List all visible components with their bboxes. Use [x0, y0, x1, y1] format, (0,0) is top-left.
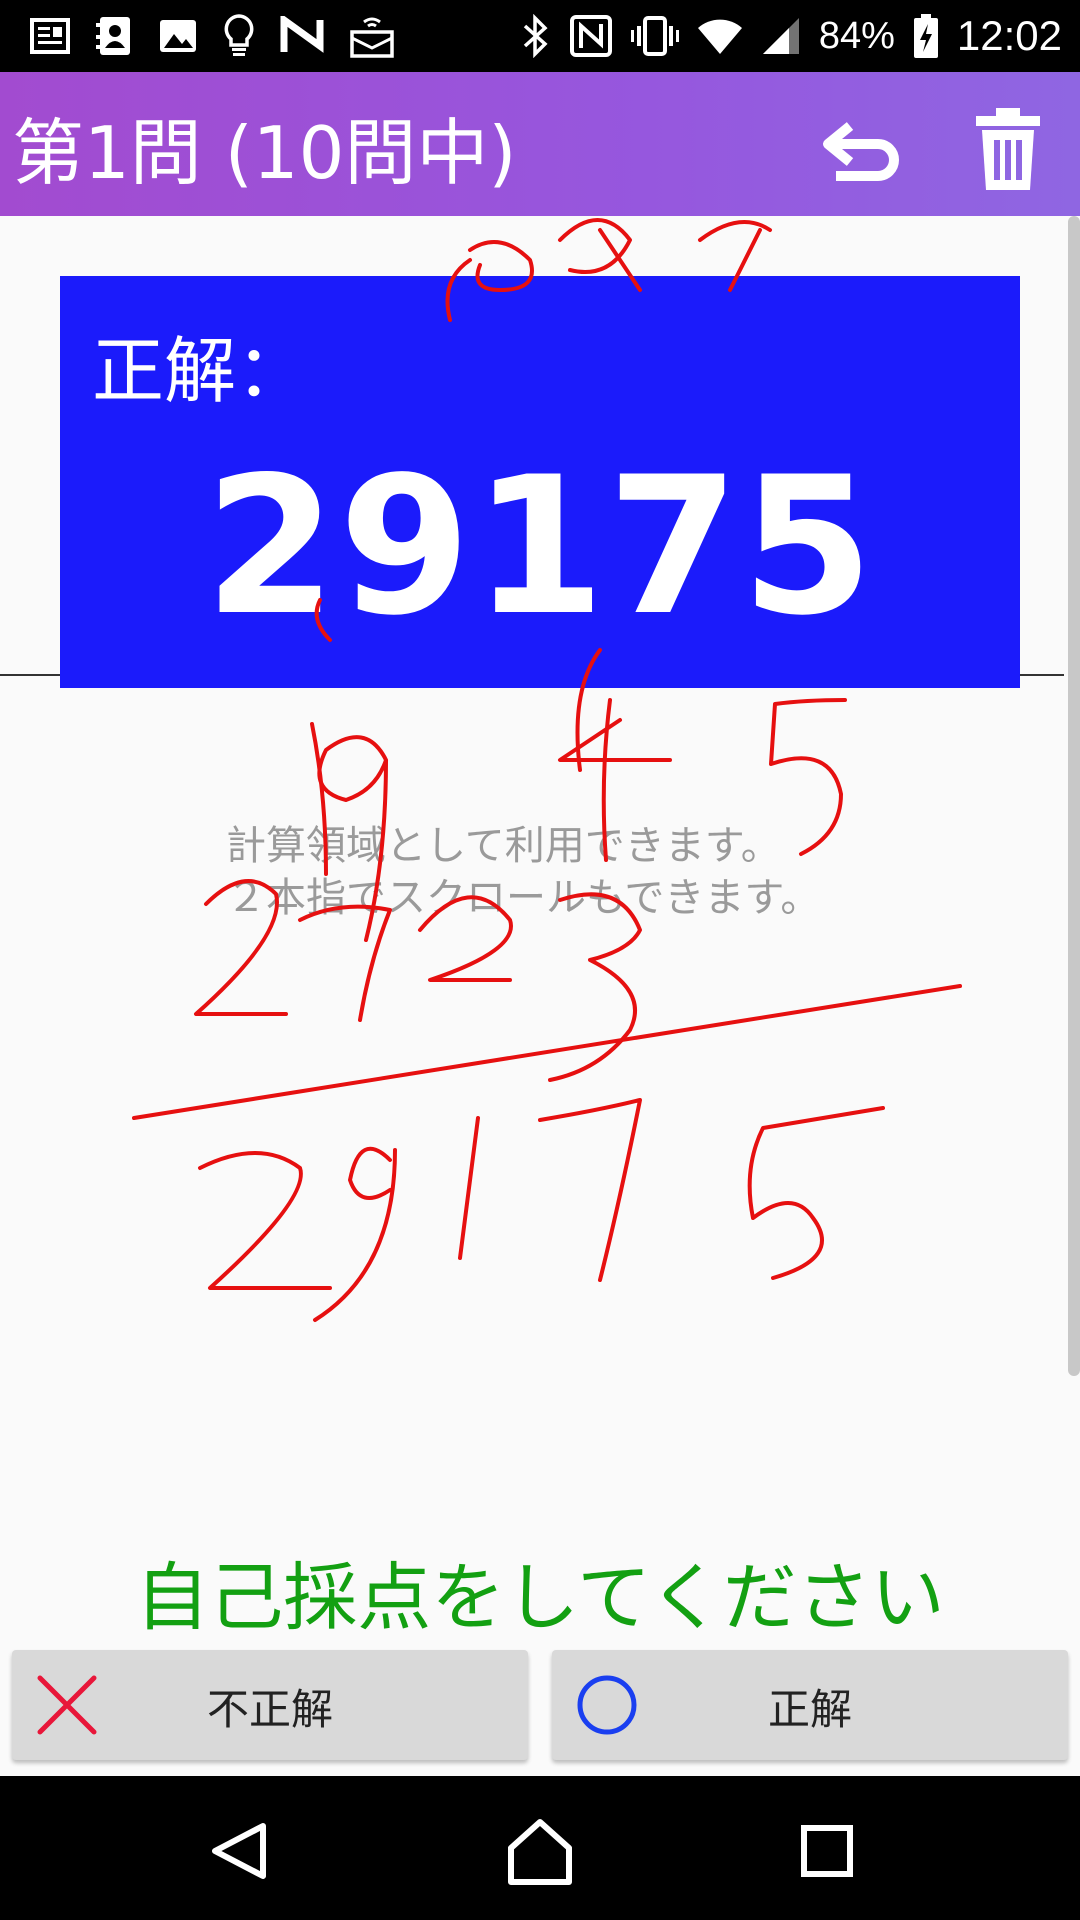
delete-button[interactable]: [960, 100, 1056, 196]
canvas-hint-line: ２本指でスクロールもできます。: [226, 875, 821, 921]
canvas-hint-line: 計算領域として利用できます。: [226, 823, 781, 869]
self-grade-prompt: 自己採点をしてください: [135, 1555, 945, 1641]
trash-icon: [976, 108, 1040, 190]
undo-button[interactable]: [816, 100, 912, 196]
answer-label: 正解：: [92, 329, 309, 413]
correct-button-label: 正解: [767, 1685, 852, 1734]
scrollbar[interactable]: [1068, 216, 1080, 1376]
news-icon: [30, 18, 70, 54]
app-bar: 第1問 (10問中): [0, 72, 1080, 216]
battery-charging-icon: [913, 14, 938, 58]
home-icon: [508, 1819, 572, 1885]
undo-icon: [823, 122, 899, 181]
recents-button[interactable]: [782, 1806, 872, 1896]
status-bar: 84% 12:02: [0, 0, 1080, 72]
contacts-icon: [96, 17, 130, 55]
back-icon: [212, 1823, 266, 1879]
correct-button[interactable]: 正解: [552, 1650, 1068, 1760]
incorrect-button-label: 不正解: [206, 1685, 333, 1734]
back-button[interactable]: [195, 1806, 285, 1896]
bulb-icon: [224, 14, 254, 56]
nfc-icon: [569, 15, 612, 57]
canvas-hint: 計算領域として利用できます。 ２本指でスクロールもできます。: [226, 820, 876, 924]
answer-value: 29175: [204, 436, 876, 657]
recents-icon: [801, 1825, 853, 1877]
vibrate-icon: [630, 16, 679, 56]
signal-icon: [762, 18, 799, 54]
clock: 12:02: [956, 12, 1062, 59]
navigation-bar: [0, 1776, 1080, 1920]
home-button[interactable]: [495, 1806, 585, 1896]
battery-percent: 84%: [818, 14, 895, 57]
bluetooth-icon: [523, 14, 548, 58]
answer-panel: 正解： 29175: [60, 276, 1020, 688]
wifi-icon: [697, 19, 742, 54]
image-icon: [160, 20, 196, 52]
page-title: 第1問 (10問中): [12, 111, 517, 195]
incorrect-button[interactable]: 不正解: [12, 1650, 528, 1760]
tray-icon: [350, 17, 394, 58]
n-logo-icon: [280, 16, 324, 53]
